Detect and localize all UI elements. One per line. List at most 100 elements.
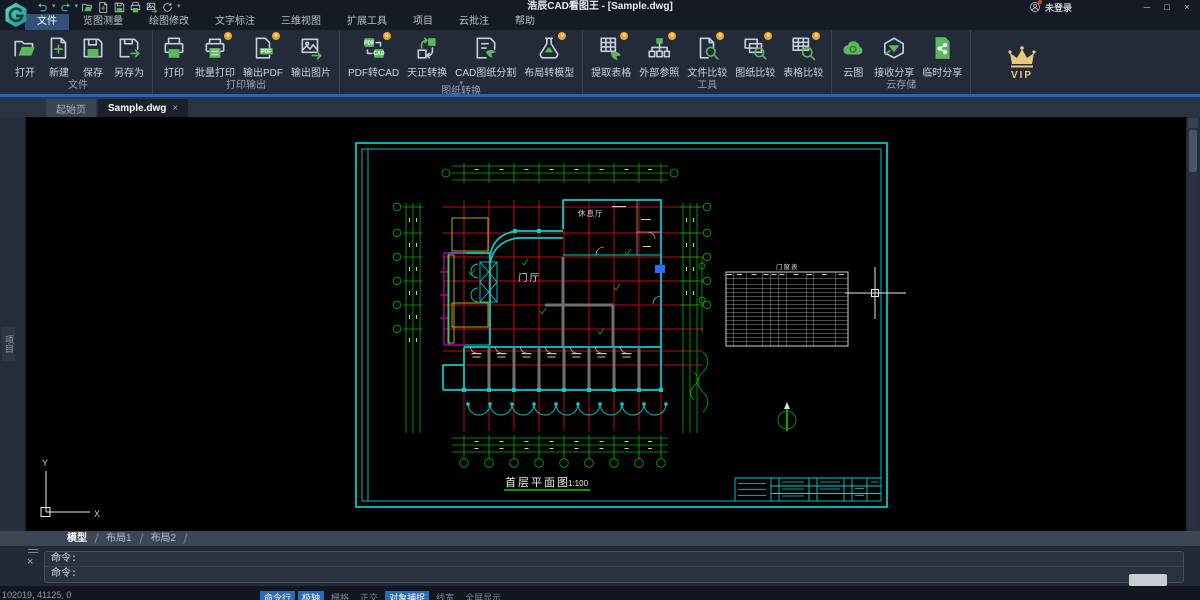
ribbon-button-输出PDF[interactable]: PDFv输出PDF	[239, 33, 287, 79]
qa-file-new-button[interactable]	[97, 1, 110, 14]
qa-print-button[interactable]	[129, 1, 142, 14]
layout-tab-布局1[interactable]: 布局1	[97, 531, 141, 546]
print-icon	[161, 35, 187, 61]
layout-tab-布局2[interactable]: 布局2	[142, 531, 186, 546]
ribbon-button-label: 提取表格	[591, 64, 631, 79]
ribbon-button-云图[interactable]: 云图	[836, 33, 870, 79]
scrollbar-top-button[interactable]	[1188, 118, 1198, 128]
table-title: 门窗表	[776, 262, 799, 271]
ribbon-button-新建[interactable]: 新建	[42, 33, 76, 79]
export-image-icon	[145, 1, 158, 14]
print-batch-icon	[202, 35, 228, 61]
ribbon-button-外部参照[interactable]: v外部参照	[635, 33, 683, 79]
ribbon-button-label: 文件比较	[687, 64, 727, 79]
menu-item-览图测量[interactable]: 览图测量	[71, 14, 135, 30]
doc-tab-起始页[interactable]: 起始页	[46, 99, 96, 117]
ribbon-button-打印[interactable]: 打印	[157, 33, 191, 79]
status-toggle-线宽[interactable]: 线宽	[432, 591, 458, 600]
qa-export-image-button[interactable]	[145, 1, 158, 14]
menu-item-云批注[interactable]: 云批注	[447, 14, 501, 30]
menu-item-文字标注[interactable]: 文字标注	[203, 14, 267, 30]
menu-item-绘图修改[interactable]: 绘图修改	[137, 14, 201, 30]
layout-tab-模型[interactable]: 模型	[58, 531, 96, 546]
ribbon-button-表格比较[interactable]: v表格比较	[779, 33, 827, 79]
ribbon-button-PDF转CAD[interactable]: PDFCADvPDF转CAD	[344, 33, 403, 79]
maximize-button[interactable]: □	[1158, 1, 1176, 14]
ribbon-button-CAD图纸分割[interactable]: CAD图纸分割	[451, 33, 520, 79]
ribbon-button-输出图片[interactable]: 输出图片	[287, 33, 335, 79]
project-panel-tab[interactable]: 项目	[2, 327, 15, 361]
ribbon-button-label: 接收分享	[874, 64, 914, 79]
dimension-lines	[393, 163, 711, 467]
status-toggle-对象捕捉[interactable]: 对象捕捉	[385, 591, 429, 600]
ribbon-button-label: 保存	[83, 64, 103, 79]
ribbon-button-提取表格[interactable]: v提取表格	[587, 33, 635, 79]
ribbon-button-临时分享[interactable]: 临时分享	[918, 33, 966, 79]
app-window: ▾▾▾ 浩辰CAD看图王 - [Sample.dwg] 未登录 ─□× 文件览图…	[0, 0, 1200, 600]
command-grip[interactable]	[28, 549, 38, 555]
command-input-line[interactable]: 命令:	[45, 567, 1183, 582]
dropdown-caret-icon[interactable]: ▾	[52, 1, 56, 13]
ribbon-button-批量打印[interactable]: v批量打印	[191, 33, 239, 79]
scrollbar-thumb[interactable]	[1189, 130, 1197, 172]
status-toggle-命令行[interactable]: 命令行	[260, 591, 295, 600]
menu-item-项目[interactable]: 项目	[401, 14, 445, 30]
layout-tabbar: 模型布局1布局2	[0, 531, 1200, 546]
command-close-icon[interactable]: ×	[27, 556, 33, 568]
status-toggle-栅格[interactable]: 栅格	[327, 591, 353, 600]
ribbon-button-图纸比较[interactable]: v图纸比较	[731, 33, 779, 79]
vip-badge-icon: v	[272, 32, 280, 40]
ribbon-button-label: 云图	[843, 64, 863, 79]
export-image-icon	[298, 35, 324, 61]
file-new-icon	[46, 35, 72, 61]
status-toggle-正交[interactable]: 正交	[356, 591, 382, 600]
menu-item-文件[interactable]: 文件	[25, 14, 69, 30]
doc-tab-label: Sample.dwg	[108, 103, 166, 114]
ribbon-button-天正转换[interactable]: 天正转换	[403, 33, 451, 79]
ribbon-group-图纸转换: PDFCADvPDF转CAD天正转换CAD图纸分割v布局转模型▾图纸转换	[340, 30, 583, 94]
vip-label: VIP	[1000, 70, 1044, 81]
ribbon-button-另存为[interactable]: 另存为	[110, 33, 148, 79]
minimize-button[interactable]: ─	[1138, 1, 1156, 14]
menu-item-三维视图[interactable]: 三维视图	[269, 14, 333, 30]
status-toggles: 命令行极轴栅格正交对象捕捉线宽全屏显示	[260, 591, 505, 600]
menu-item-帮助[interactable]: 帮助	[503, 14, 547, 30]
dropdown-caret-icon[interactable]: ▾	[75, 1, 79, 13]
left-panel-strip: 项目	[0, 117, 26, 531]
vertical-scrollbar[interactable]	[1186, 117, 1198, 531]
qa-refresh-button[interactable]	[161, 1, 174, 14]
ribbon-button-布局转模型[interactable]: v布局转模型	[520, 33, 578, 79]
vip-button[interactable]: VIP	[1000, 45, 1044, 81]
qa-folder-open-button[interactable]	[81, 1, 94, 14]
window-controls: ─□×	[1138, 1, 1196, 14]
qa-redo-button[interactable]	[59, 1, 72, 14]
qa-undo-button[interactable]	[36, 1, 49, 14]
ribbon-button-接收分享[interactable]: 接收分享	[870, 33, 918, 79]
svg-text:PDF: PDF	[261, 49, 271, 55]
app-logo-icon	[2, 1, 30, 29]
command-window[interactable]: 命令: 命令:	[44, 551, 1184, 583]
grid-axis-lines	[443, 200, 703, 431]
ribbon-button-保存[interactable]: 保存	[76, 33, 110, 79]
ribbon-button-打开[interactable]: 打开	[8, 33, 42, 79]
pdf-to-cad-icon: PDFCAD	[361, 35, 387, 61]
tab-close-icon[interactable]: ×	[172, 103, 178, 114]
status-toggle-全屏显示[interactable]: 全屏显示	[461, 591, 505, 600]
drawing-canvas[interactable]: 休息厅 门厅 门窗表 首层平面图 1:100 Y X	[26, 117, 1186, 531]
vip-badge-icon: v	[383, 32, 391, 40]
command-area: × 命令: 命令:	[0, 546, 1200, 586]
group-title-label: 工具	[697, 81, 717, 91]
ribbon-button-label: 另存为	[114, 64, 144, 79]
menu-item-扩展工具[interactable]: 扩展工具	[335, 14, 399, 30]
ribbon-button-label: CAD图纸分割	[455, 64, 516, 79]
qa-save-button[interactable]	[113, 1, 126, 14]
save-as-icon	[116, 35, 142, 61]
status-toggle-极轴[interactable]: 极轴	[298, 591, 324, 600]
login-button[interactable]: 未登录	[1029, 1, 1072, 14]
doc-tab-Sample.dwg[interactable]: Sample.dwg ×	[98, 99, 188, 117]
redo-icon	[59, 1, 72, 14]
ribbon-button-label: 图纸比较	[735, 64, 775, 79]
ribbon-button-文件比较[interactable]: v文件比较	[683, 33, 731, 79]
dropdown-caret-icon[interactable]: ▾	[177, 1, 181, 13]
close-button[interactable]: ×	[1178, 1, 1196, 14]
